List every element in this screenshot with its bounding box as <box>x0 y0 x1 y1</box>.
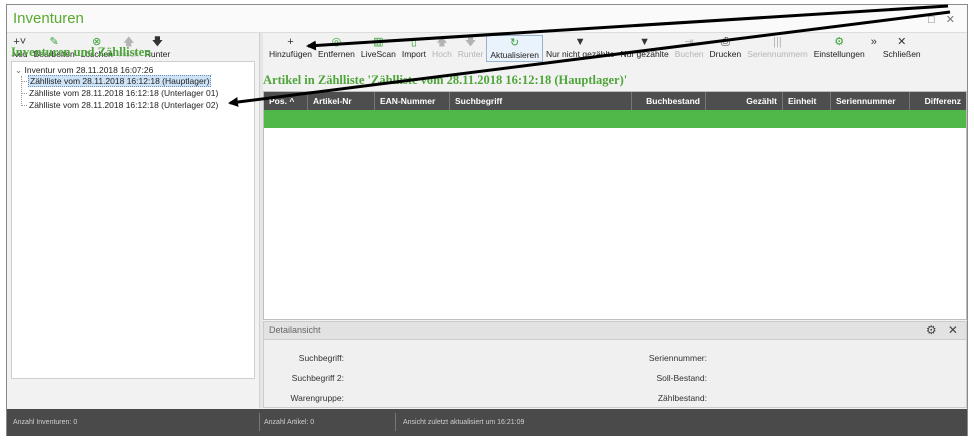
column-header-seriennummer[interactable]: Seriennummer <box>831 92 910 110</box>
remove-icon: ◎ <box>331 36 342 48</box>
inventory-tree[interactable]: ⌄ Inventur vom 28.11.2018 16:07:26 Zähll… <box>11 61 255 379</box>
column-header-artikel-nr[interactable]: Artikel-Nr <box>308 92 375 110</box>
column-header-suchbegriff[interactable]: Suchbegriff <box>450 92 632 110</box>
label-suchbegriff-2: Suchbegriff 2: <box>291 373 344 383</box>
column-header-buchbestand[interactable]: Buchbestand <box>632 92 706 110</box>
import-button[interactable]: ▯ Import <box>399 35 429 60</box>
status-separator <box>395 413 396 431</box>
inventuren-window: Inventuren □ ✕ +˅ Neu ✎ Bearbeiten ⊗ Lös… <box>6 4 968 436</box>
drucken-button[interactable]: ⎙ Drucken <box>707 35 745 60</box>
label-soll-bestand: Soll-Bestand: <box>656 373 707 383</box>
column-header-pos[interactable]: Pos. ^ <box>264 92 308 110</box>
settings-icon: ⚙ <box>834 36 845 48</box>
grid-header: Pos. ^ Artikel-Nr EAN-Nummer Suchbegriff… <box>264 92 966 110</box>
right-pane-heading: Artikel in Zählliste 'Zählliste vom 28.1… <box>263 73 628 87</box>
label-warengruppe: Warengruppe: <box>290 393 344 403</box>
seriennummern-button[interactable]: ||| Seriennummern <box>744 35 810 60</box>
arrow-down-icon: 🡇 <box>464 36 477 48</box>
left-pane-heading: Inventuren und Zähllisten <box>11 45 152 59</box>
tree-node-unterlager-02[interactable]: Zählliste vom 28.11.2018 16:12:18 (Unter… <box>29 100 218 110</box>
article-grid[interactable]: Pos. ^ Artikel-Nr EAN-Nummer Suchbegriff… <box>263 91 967 320</box>
more-button[interactable]: » <box>868 35 880 49</box>
status-bar: Anzahl Inventuren: 0 Anzahl Artikel: 0 A… <box>7 409 967 436</box>
column-header-differenz[interactable]: Differenz <box>910 92 966 110</box>
serial-icon: ||| <box>773 36 782 48</box>
column-header-gezaehlt[interactable]: Gezählt <box>706 92 783 110</box>
window-title: Inventuren <box>13 10 84 27</box>
schliessen-button[interactable]: ✕ Schließen <box>880 35 924 60</box>
right-toolbar: + Hinzufügen ◎ Entfernen ▥ LiveScan ▯ Im… <box>266 35 966 71</box>
tree-connector <box>21 105 27 106</box>
detail-title: Detailansicht <box>269 325 321 335</box>
tree-connector <box>21 93 27 94</box>
detail-header: Detailansicht ⚙ ✕ <box>264 322 966 340</box>
filter-icon: ▼ <box>639 36 651 48</box>
sort-ascending-icon: ^ <box>289 96 295 106</box>
hoch-button-right[interactable]: 🡅 Hoch <box>429 35 455 60</box>
nur-gezaehlte-button[interactable]: ▼ Nur gezählte <box>618 35 672 60</box>
buchen-button[interactable]: ⇥ Buchen <box>672 35 707 60</box>
label-seriennummer: Seriennummer: <box>648 353 707 363</box>
label-zaehlbestand: Zählbestand: <box>657 393 707 403</box>
grid-row-selected[interactable] <box>264 110 966 128</box>
barcode-icon: ▥ <box>373 36 384 48</box>
tree-connector <box>21 81 27 82</box>
detail-panel: Detailansicht ⚙ ✕ Suchbegriff: Suchbegri… <box>263 321 967 408</box>
column-header-einheit[interactable]: Einheit <box>783 92 831 110</box>
arrow-up-icon: 🡅 <box>436 36 448 48</box>
window-controls[interactable]: □ ✕ <box>928 13 959 26</box>
overflow-chevron-icon: » <box>870 36 877 48</box>
arrow-down-icon: 🡇 <box>151 36 164 48</box>
detail-gear-close-icons[interactable]: ⚙ ✕ <box>926 323 962 337</box>
title-bar: Inventuren □ ✕ <box>7 5 967 33</box>
book-icon: ⇥ <box>684 36 694 48</box>
hinzufuegen-button[interactable]: + Hinzufügen <box>266 35 315 60</box>
column-header-ean[interactable]: EAN-Nummer <box>375 92 450 110</box>
plus-icon: + <box>287 36 294 48</box>
filter-icon: ▼ <box>574 36 586 48</box>
aktualisieren-button[interactable]: ↻ Aktualisieren <box>486 35 543 62</box>
status-anzahl-inventuren: Anzahl Inventuren: 0 <box>13 419 78 426</box>
label-suchbegriff: Suchbegriff: <box>298 353 344 363</box>
status-separator <box>259 413 260 431</box>
close-icon: ✕ <box>897 36 907 48</box>
printer-icon: ⎙ <box>720 36 730 48</box>
tree-node-hauptlager[interactable]: Zählliste vom 28.11.2018 16:12:18 (Haupt… <box>28 75 212 87</box>
refresh-icon: ↻ <box>510 37 520 49</box>
livescan-button[interactable]: ▥ LiveScan <box>358 35 399 60</box>
einstellungen-button[interactable]: ⚙ Einstellungen <box>811 35 868 60</box>
status-anzahl-artikel: Anzahl Artikel: 0 <box>264 419 315 426</box>
status-last-refresh: Ansicht zuletzt aktualisiert um 16:21:09 <box>403 419 525 426</box>
import-icon: ▯ <box>410 36 417 48</box>
tree-node-unterlager-01[interactable]: Zählliste vom 28.11.2018 16:12:18 (Unter… <box>29 88 218 98</box>
entfernen-button[interactable]: ◎ Entfernen <box>315 35 358 60</box>
runter-button-right[interactable]: 🡇 Runter <box>455 35 487 60</box>
nur-nicht-gezaehlte-button[interactable]: ▼ Nur nicht gezählte <box>543 35 618 60</box>
